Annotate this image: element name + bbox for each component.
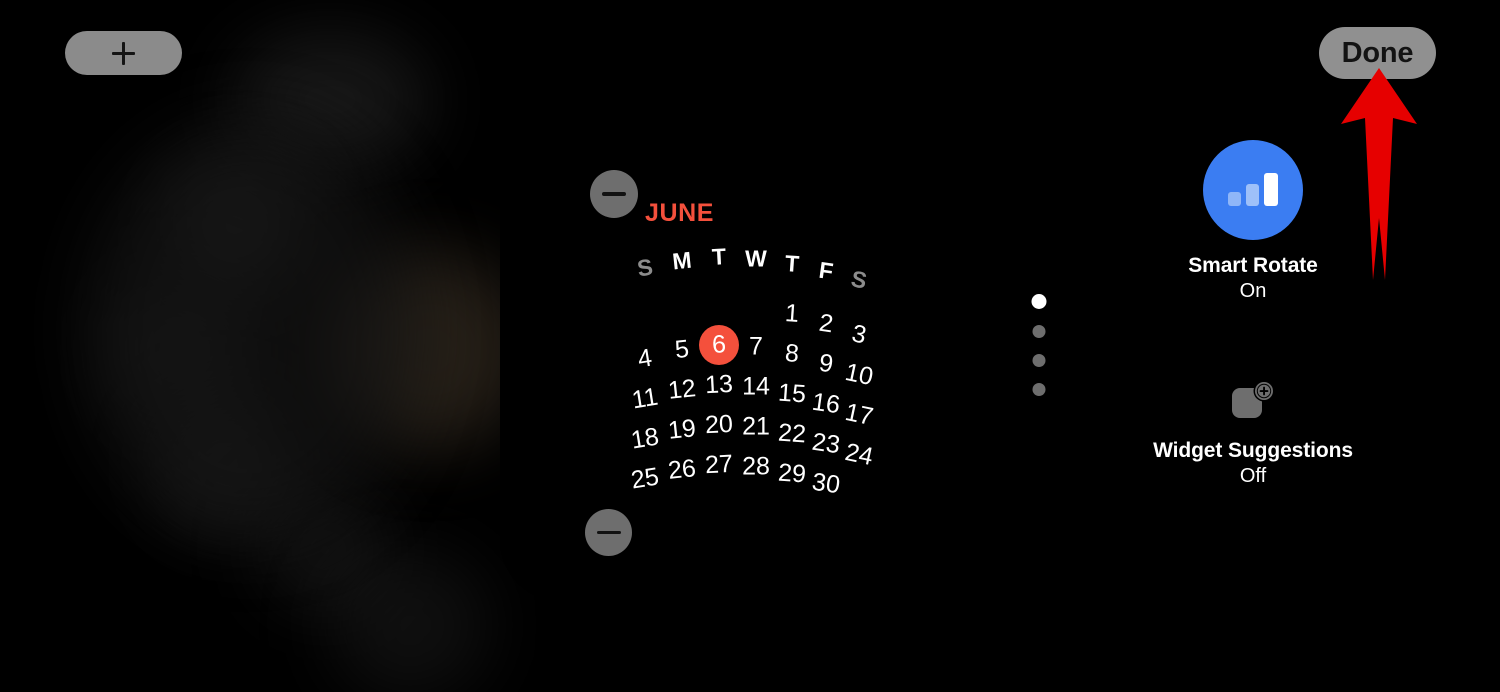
calendar-weekday-1: M: [671, 246, 693, 275]
page-dot-2[interactable]: [1032, 325, 1046, 338]
calendar-day[interactable]: 20: [704, 410, 733, 440]
calendar-day[interactable]: 22: [777, 419, 807, 450]
page-dot-3[interactable]: [1032, 354, 1046, 367]
calendar-day[interactable]: 10: [842, 358, 876, 392]
calendar-day-today[interactable]: 6: [711, 330, 726, 360]
calendar-day[interactable]: 16: [810, 388, 841, 421]
calendar-day[interactable]: 27: [704, 450, 733, 480]
blurred-wallpaper-background: [0, 0, 560, 692]
bar-chart-bar-large: [1264, 173, 1278, 206]
calendar-day[interactable]: 12: [667, 374, 698, 406]
page-dot-4[interactable]: [1032, 383, 1046, 396]
bar-chart-bar-medium: [1246, 184, 1259, 206]
calendar-day[interactable]: 13: [704, 370, 733, 400]
calendar-weekday-6: S: [848, 264, 870, 294]
calendar-weekday-5: F: [817, 256, 835, 285]
calendar-day[interactable]: 24: [842, 438, 876, 472]
calendar-day[interactable]: 7: [749, 333, 763, 362]
widget-suggestions-value: Off: [1239, 465, 1267, 487]
calendar-day[interactable]: 4: [636, 344, 654, 375]
calendar-day[interactable]: 25: [629, 463, 661, 496]
calendar-day[interactable]: 8: [784, 339, 800, 369]
calendar-day[interactable]: 23: [810, 428, 841, 461]
calendar-day[interactable]: 15: [777, 379, 807, 410]
red-arrow-icon: [1337, 68, 1421, 280]
calendar-month-label: JUNE: [645, 199, 715, 227]
calendar-day[interactable]: 5: [674, 335, 691, 365]
calendar-day[interactable]: 29: [777, 459, 807, 490]
remove-widget-bottom-button[interactable]: [585, 509, 632, 556]
done-button-label: Done: [1341, 36, 1414, 69]
calendar-day[interactable]: 28: [742, 453, 770, 482]
minus-icon: [596, 530, 621, 535]
smart-rotate-value: On: [1239, 280, 1267, 302]
calendar-weekday-0: S: [635, 252, 655, 282]
add-widget-icon[interactable]: [1230, 379, 1276, 425]
calendar-day[interactable]: 21: [742, 413, 770, 442]
calendar-grid[interactable]: S M T W T F S 1 2 3 4 5 6 7 8 9 10 11 12 13 14 15 16 17 18 19 20 21…: [600, 235, 910, 499]
calendar-day[interactable]: 26: [667, 454, 698, 486]
widget-suggestions-title: Widget Suggestions: [1153, 439, 1353, 462]
setting-widget-suggestions[interactable]: Widget Suggestions Off: [1100, 379, 1406, 488]
widget-page-dots[interactable]: [1030, 294, 1048, 404]
calendar-day[interactable]: 30: [810, 468, 841, 501]
calendar-day[interactable]: 14: [742, 373, 770, 402]
calendar-weekday-2: T: [711, 243, 727, 270]
calendar-day[interactable]: 17: [842, 398, 876, 432]
widget-edit-screen: JUNE S M T W T F S 1 2 3 4 5 6 7 8 9 10 11 12 13 14 15 16 17 18 1…: [0, 0, 1500, 692]
remove-widget-top-button[interactable]: [590, 170, 638, 218]
calendar-day[interactable]: 18: [629, 423, 661, 456]
calendar-day[interactable]: 9: [817, 349, 835, 380]
smart-rotate-title: Smart Rotate: [1188, 254, 1318, 277]
calendar-day[interactable]: 11: [630, 383, 660, 416]
calendar-weekday-3: W: [745, 245, 767, 271]
plus-icon: [112, 41, 135, 65]
bar-chart-bar-small: [1228, 192, 1241, 206]
page-dot-1-active[interactable]: [1031, 294, 1047, 309]
add-widget-button[interactable]: [65, 31, 182, 75]
minus-icon: [602, 192, 626, 196]
calendar-day[interactable]: 2: [817, 309, 835, 340]
calendar-weekday-4: T: [784, 249, 800, 277]
bar-chart-icon[interactable]: [1203, 140, 1303, 240]
calendar-day[interactable]: 3: [849, 319, 868, 350]
calendar-day[interactable]: 1: [784, 299, 800, 329]
calendar-day[interactable]: 19: [667, 414, 698, 446]
